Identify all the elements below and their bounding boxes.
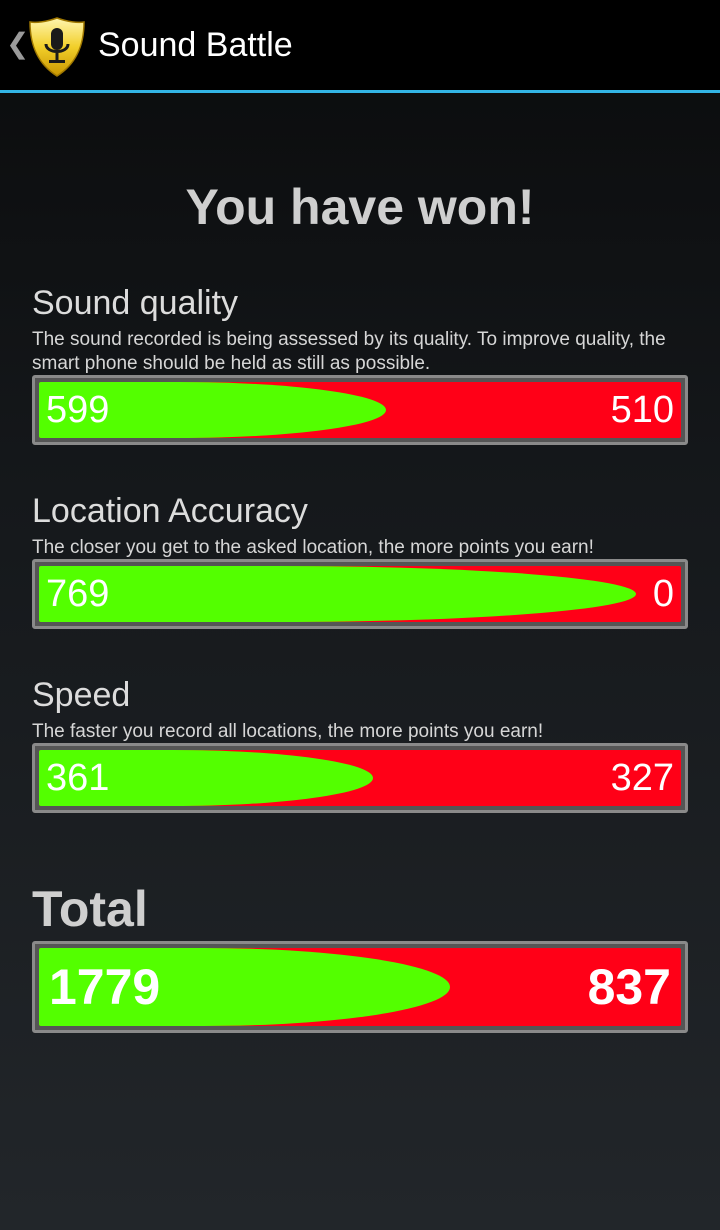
sound-quality-description: The sound recorded is being assessed by … (32, 329, 666, 374)
total-title: Total (32, 881, 148, 937)
opponent-score: 510 (610, 388, 674, 431)
sound-quality-title: Sound quality (32, 284, 239, 322)
microphone-shield-icon[interactable] (26, 16, 88, 78)
speed-description: The faster you record all locations, the… (32, 721, 544, 742)
opponent-score: 0 (652, 572, 674, 615)
player-score: 361 (46, 756, 110, 799)
action-bar: ❮ Sound Battle (0, 0, 720, 93)
player-score: 769 (46, 572, 110, 615)
opponent-score: 327 (610, 756, 674, 799)
total-section: Total (32, 884, 688, 934)
score-bar-opponent: 769 0 (39, 566, 681, 622)
player-score: 599 (46, 388, 110, 431)
score-bar-opponent: 361 327 (39, 750, 681, 806)
score-bar-opponent: 1779 837 (39, 948, 681, 1026)
opponent-total-score: 837 (587, 959, 671, 1015)
app-title: Sound Battle (98, 26, 293, 64)
result-headline: You have won! (185, 179, 535, 235)
location-accuracy-section: Location Accuracy The closer you get to … (32, 494, 688, 560)
speed-section: Speed The faster you record all location… (32, 678, 688, 744)
location-accuracy-score-bar: 769 0 (32, 559, 688, 629)
location-accuracy-description: The closer you get to the asked location… (32, 537, 594, 558)
score-bar-player-fill (39, 566, 637, 622)
sound-quality-score-bar: 599 510 (32, 375, 688, 445)
total-score-bar: 1779 837 (32, 941, 688, 1033)
location-accuracy-title: Location Accuracy (32, 492, 308, 530)
player-total-score: 1779 (49, 959, 161, 1015)
sound-quality-section: Sound quality The sound recorded is bein… (32, 286, 688, 376)
score-bar-opponent: 599 510 (39, 382, 681, 438)
speed-score-bar: 361 327 (32, 743, 688, 813)
speed-title: Speed (32, 676, 131, 714)
